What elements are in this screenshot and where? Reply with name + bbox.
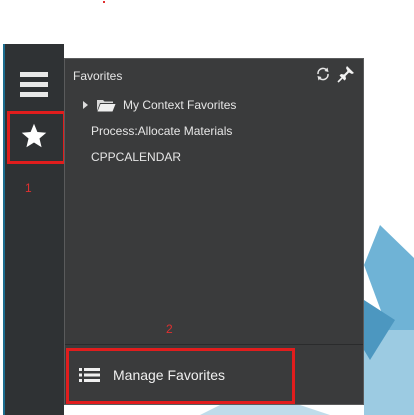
stray-mark [103,1,105,3]
list-item-folder[interactable]: My Context Favorites [83,95,236,115]
annotation-box-manage [66,348,295,404]
expand-caret-icon[interactable] [83,101,88,109]
panel-divider [65,344,363,345]
annotation-number-2: 2 [166,322,173,336]
refresh-icon[interactable] [315,66,331,82]
annotation-box-favorites [7,111,66,164]
folder-icon [97,100,116,112]
list-item-label: Process:Allocate Materials [91,124,233,138]
panel-title: Favorites [73,69,123,83]
list-item[interactable]: CPPCALENDAR [91,147,181,167]
hamburger-icon[interactable] [20,72,50,98]
panel-actions [315,65,355,83]
pin-icon[interactable] [337,65,355,83]
list-item-label: CPPCALENDAR [91,150,182,164]
list-item-label: My Context Favorites [123,98,237,112]
list-item[interactable]: Process:Allocate Materials [91,121,232,141]
icon-rail [3,44,64,415]
annotation-number-1: 1 [25,181,32,195]
